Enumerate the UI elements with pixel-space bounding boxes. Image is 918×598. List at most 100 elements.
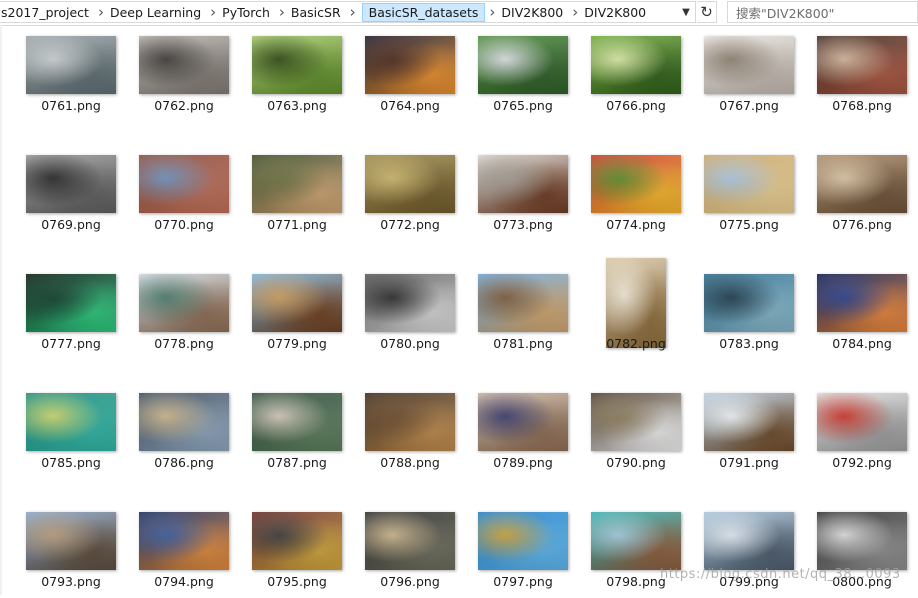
file-item[interactable]: 0798.png [584, 508, 684, 598]
breadcrumb-chevron-icon[interactable] [347, 3, 361, 21]
image-thumbnail[interactable] [817, 393, 907, 451]
breadcrumb-item[interactable]: DIV2K800 [500, 5, 569, 20]
file-item[interactable]: 0774.png [584, 151, 684, 241]
breadcrumb-item[interactable]: PyTorch [221, 5, 276, 20]
file-item[interactable]: 0784.png [810, 270, 910, 360]
image-thumbnail[interactable] [591, 36, 681, 94]
image-thumbnail[interactable] [591, 393, 681, 451]
file-name-label: 0772.png [380, 217, 440, 232]
image-thumbnail[interactable] [817, 512, 907, 570]
image-thumbnail[interactable] [26, 274, 116, 332]
image-thumbnail[interactable] [252, 274, 342, 332]
refresh-icon[interactable]: ↻ [697, 1, 717, 23]
file-item[interactable]: 0788.png [358, 389, 458, 479]
search-input[interactable]: 搜索"DIV2K800" [727, 1, 918, 23]
image-thumbnail[interactable] [478, 274, 568, 332]
file-item[interactable]: 0799.png [697, 508, 797, 598]
file-item[interactable]: 0771.png [245, 151, 345, 241]
file-item[interactable]: 0795.png [245, 508, 345, 598]
image-thumbnail[interactable] [704, 393, 794, 451]
image-thumbnail[interactable] [817, 274, 907, 332]
image-thumbnail[interactable] [704, 155, 794, 213]
file-item[interactable]: 0800.png [810, 508, 910, 598]
file-item[interactable]: 0779.png [245, 270, 345, 360]
file-item[interactable]: 0785.png [19, 389, 119, 479]
breadcrumb-item[interactable]: DIV2K800 [583, 5, 652, 20]
file-item[interactable]: 0781.png [471, 270, 571, 360]
file-item[interactable]: 0770.png [132, 151, 232, 241]
image-thumbnail[interactable] [591, 155, 681, 213]
image-thumbnail[interactable] [139, 393, 229, 451]
image-thumbnail[interactable] [817, 36, 907, 94]
file-item[interactable]: 0790.png [584, 389, 684, 479]
file-item[interactable]: 0766.png [584, 32, 684, 122]
file-item[interactable]: 0769.png [19, 151, 119, 241]
image-thumbnail[interactable] [139, 155, 229, 213]
file-item[interactable]: 0787.png [245, 389, 345, 479]
breadcrumb-chevron-icon[interactable] [276, 3, 290, 21]
image-thumbnail[interactable] [26, 512, 116, 570]
breadcrumb-chevron-icon[interactable] [486, 3, 500, 21]
breadcrumb-chevron-icon[interactable] [569, 3, 583, 21]
chevron-down-icon[interactable]: ▼ [678, 4, 694, 20]
file-item[interactable]: 0761.png [19, 32, 119, 122]
breadcrumb-item[interactable]: Deep Learning [109, 5, 207, 20]
file-item[interactable]: 0767.png [697, 32, 797, 122]
file-name-label: 0785.png [41, 455, 101, 470]
image-thumbnail[interactable] [478, 36, 568, 94]
image-thumbnail[interactable] [26, 155, 116, 213]
image-thumbnail[interactable] [252, 155, 342, 213]
file-item[interactable]: 0793.png [19, 508, 119, 598]
image-thumbnail[interactable] [478, 155, 568, 213]
file-name-label: 0782.png [606, 336, 666, 351]
image-thumbnail[interactable] [591, 512, 681, 570]
image-thumbnail[interactable] [704, 274, 794, 332]
file-item[interactable]: 0786.png [132, 389, 232, 479]
image-thumbnail[interactable] [365, 512, 455, 570]
image-thumbnail[interactable] [606, 258, 666, 348]
breadcrumb-item[interactable]: BasicSR_datasets [361, 2, 486, 22]
file-item[interactable]: 0796.png [358, 508, 458, 598]
breadcrumb-chevron-icon[interactable] [95, 3, 109, 21]
file-item[interactable]: 0775.png [697, 151, 797, 241]
file-item[interactable]: 0762.png [132, 32, 232, 122]
image-thumbnail[interactable] [26, 393, 116, 451]
image-thumbnail[interactable] [252, 393, 342, 451]
file-item[interactable]: 0792.png [810, 389, 910, 479]
file-item[interactable]: 0772.png [358, 151, 458, 241]
file-item[interactable]: 0783.png [697, 270, 797, 360]
breadcrumb-item[interactable]: s2017_project [0, 5, 95, 20]
image-thumbnail[interactable] [365, 393, 455, 451]
image-thumbnail[interactable] [478, 393, 568, 451]
file-item[interactable]: 0794.png [132, 508, 232, 598]
image-thumbnail[interactable] [704, 36, 794, 94]
image-thumbnail[interactable] [704, 512, 794, 570]
file-item[interactable]: 0763.png [245, 32, 345, 122]
file-item[interactable]: 0768.png [810, 32, 910, 122]
file-item[interactable]: 0797.png [471, 508, 571, 598]
image-thumbnail[interactable] [252, 36, 342, 94]
image-thumbnail[interactable] [139, 36, 229, 94]
file-item[interactable]: 0777.png [19, 270, 119, 360]
image-thumbnail[interactable] [817, 155, 907, 213]
image-thumbnail[interactable] [365, 36, 455, 94]
file-item[interactable]: 0764.png [358, 32, 458, 122]
image-thumbnail[interactable] [478, 512, 568, 570]
image-thumbnail[interactable] [252, 512, 342, 570]
image-thumbnail[interactable] [365, 274, 455, 332]
file-item[interactable]: 0782.png [584, 258, 684, 360]
image-thumbnail[interactable] [139, 512, 229, 570]
image-thumbnail[interactable] [139, 274, 229, 332]
breadcrumb-item[interactable]: BasicSR [290, 5, 347, 20]
file-item[interactable]: 0791.png [697, 389, 797, 479]
file-item[interactable]: 0778.png [132, 270, 232, 360]
breadcrumb-chevron-icon[interactable] [207, 3, 221, 21]
breadcrumb[interactable]: s2017_project Deep Learning PyTorch BasicSR… [0, 1, 696, 23]
image-thumbnail[interactable] [26, 36, 116, 94]
file-item[interactable]: 0776.png [810, 151, 910, 241]
file-item[interactable]: 0765.png [471, 32, 571, 122]
file-item[interactable]: 0773.png [471, 151, 571, 241]
file-item[interactable]: 0789.png [471, 389, 571, 479]
image-thumbnail[interactable] [365, 155, 455, 213]
file-item[interactable]: 0780.png [358, 270, 458, 360]
